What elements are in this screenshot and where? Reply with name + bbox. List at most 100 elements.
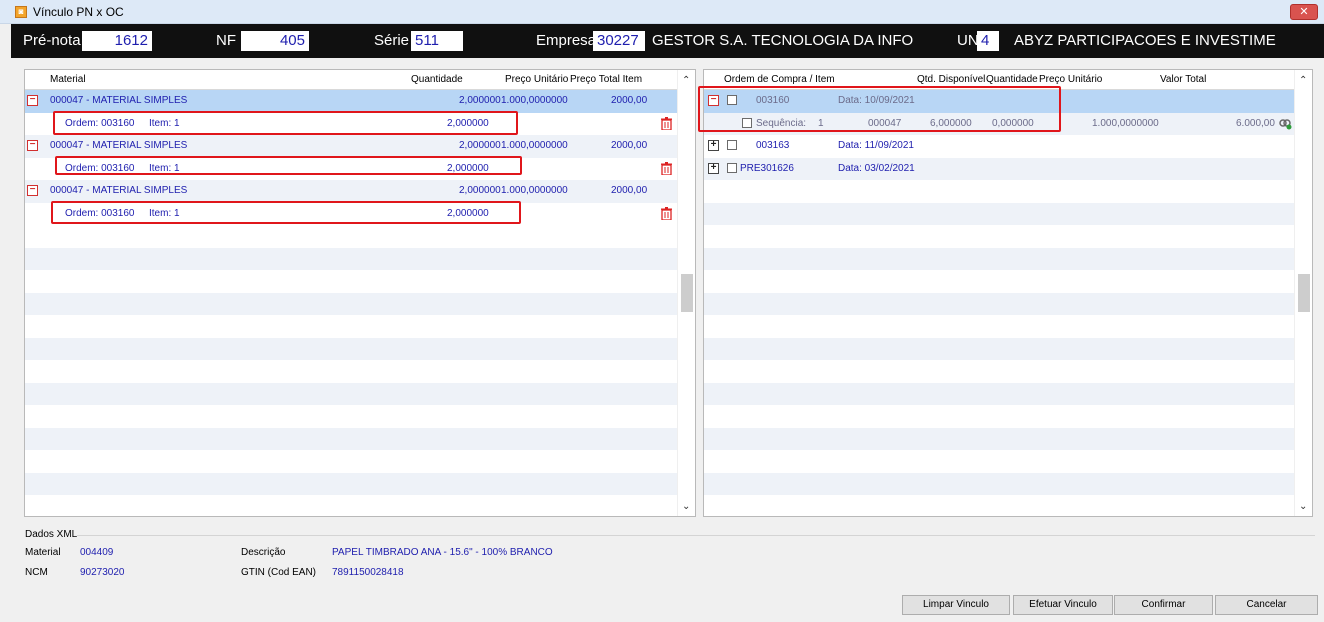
col-preco-unitario[interactable]: Preço Unitário: [1039, 74, 1102, 85]
nf-field[interactable]: 405: [241, 31, 309, 51]
order-checkbox[interactable]: [727, 95, 737, 105]
scroll-up-icon[interactable]: ⌃: [682, 75, 690, 86]
empty-row: [704, 472, 1294, 495]
empty-row: [25, 292, 677, 315]
col-preco-unitario[interactable]: Preço Unitário: [505, 74, 568, 85]
trash-icon[interactable]: [661, 206, 672, 220]
serie-field[interactable]: 511: [411, 31, 463, 51]
order-row[interactable]: + PRE301626 Data: 03/02/2021: [704, 157, 1294, 180]
scroll-down-icon[interactable]: ⌄: [682, 501, 690, 512]
collapse-icon[interactable]: −: [708, 95, 719, 106]
limpar-vinculo-button[interactable]: Limpar Vinculo: [902, 595, 1010, 615]
col-quantidade[interactable]: Quantidade: [411, 74, 463, 85]
order-link-row[interactable]: Ordem: 003160 Item: 1 2,000000: [25, 113, 677, 136]
collapse-icon[interactable]: −: [27, 95, 38, 106]
close-button[interactable]: ✕: [1290, 4, 1318, 20]
material-row[interactable]: − 000047 - MATERIAL SIMPLES 2,000000 1.0…: [25, 135, 677, 158]
scroll-thumb[interactable]: [1298, 274, 1310, 312]
empresa-code-field[interactable]: 30227: [593, 31, 645, 51]
order-checkbox[interactable]: [727, 140, 737, 150]
sequence-material: 000047: [868, 117, 902, 129]
order-date: Data: 11/09/2021: [838, 140, 914, 151]
col-valor-total[interactable]: Valor Total: [1160, 74, 1206, 85]
order-quantity: 2,000000: [447, 207, 489, 219]
empty-row: [704, 225, 1294, 248]
sequence-quantidade[interactable]: 0,000000: [992, 118, 1034, 129]
order-checkbox[interactable]: [727, 162, 737, 173]
left-scrollbar[interactable]: ⌃ ⌄: [677, 70, 695, 516]
col-ordem-compra[interactable]: Ordem de Compra / Item: [724, 74, 835, 85]
trash-icon[interactable]: [661, 116, 672, 130]
empty-row: [25, 247, 677, 270]
pre-nota-field[interactable]: 1612: [82, 31, 152, 51]
order-row[interactable]: − 003160 Data: 10/09/2021: [704, 90, 1294, 113]
col-quantidade[interactable]: Quantidade: [986, 74, 1038, 85]
material-preco-total: 2000,00: [611, 185, 648, 196]
link-icon[interactable]: [1279, 118, 1292, 130]
sequence-label: Sequência:: [756, 117, 807, 129]
empty-row: [704, 202, 1294, 225]
material-name: 000047 - MATERIAL SIMPLES: [50, 185, 188, 196]
empresa-name: GESTOR S.A. TECNOLOGIA DA INFO: [652, 32, 914, 49]
right-scrollbar[interactable]: ⌃ ⌄: [1294, 70, 1312, 516]
order-number: PRE301626: [740, 162, 794, 174]
serie-label: Série: [374, 32, 410, 49]
empty-row: [25, 405, 677, 428]
material-quantidade: 2,000000: [459, 140, 501, 151]
empty-row: [704, 337, 1294, 360]
nf-label: NF: [216, 32, 236, 49]
xml-gtin-value: 7891150028418: [332, 567, 404, 578]
order-row[interactable]: + 003163 Data: 11/09/2021: [704, 135, 1294, 158]
empty-row: [704, 180, 1294, 203]
scroll-down-icon[interactable]: ⌄: [1299, 501, 1307, 512]
un-code-field[interactable]: 4: [977, 31, 999, 51]
empty-row: [704, 270, 1294, 293]
right-order-grid: Ordem de Compra / Item Qtd. Disponível Q…: [698, 69, 1313, 517]
collapse-icon[interactable]: −: [27, 140, 38, 151]
dados-xml-legend: Dados XML: [25, 529, 78, 540]
sequence-row[interactable]: Sequência: 1 000047 6,000000 0,000000 1.…: [704, 112, 1294, 135]
col-qtd-disponivel[interactable]: Qtd. Disponível: [917, 74, 985, 85]
sequence-checkbox[interactable]: [742, 117, 752, 128]
collapse-icon[interactable]: −: [27, 185, 38, 196]
scroll-thumb[interactable]: [681, 274, 693, 312]
xml-gtin-label: GTIN (Cod EAN): [241, 567, 317, 578]
cancelar-button[interactable]: Cancelar: [1215, 595, 1318, 615]
material-row[interactable]: − 000047 - MATERIAL SIMPLES 2,000000 1.0…: [25, 90, 677, 113]
material-preco-total: 2000,00: [611, 140, 648, 151]
empty-row: [704, 360, 1294, 383]
xml-ncm-value: 90273020: [80, 567, 125, 578]
xml-material-value: 004409: [80, 547, 114, 558]
un-label: UN: [957, 32, 979, 49]
material-row[interactable]: − 000047 - MATERIAL SIMPLES 2,000000 1.0…: [25, 180, 677, 203]
empty-row: [704, 427, 1294, 450]
col-preco-total[interactable]: Preço Total Item: [570, 74, 642, 85]
dados-xml-section: Dados XML Material 004409 Descrição PAPE…: [15, 524, 1315, 588]
order-link-row[interactable]: Ordem: 003160 Item: 1 2,000000: [25, 203, 677, 226]
material-name: 000047 - MATERIAL SIMPLES: [50, 140, 188, 151]
order-quantity: 2,000000: [447, 162, 489, 174]
expand-icon[interactable]: +: [708, 162, 719, 174]
un-name: ABYZ PARTICIPACOES E INVESTIME: [1014, 32, 1276, 49]
empty-row: [25, 495, 677, 516]
sequence-number: 1: [818, 117, 824, 129]
col-material[interactable]: Material: [50, 74, 86, 85]
header-bar: Pré-nota 1612 NF 405 Série 511 Empresa 3…: [11, 24, 1324, 58]
trash-icon[interactable]: [661, 161, 672, 175]
efetuar-vinculo-button[interactable]: Efetuar Vinculo: [1013, 595, 1113, 615]
empty-row: [25, 450, 677, 473]
order-link-row[interactable]: Ordem: 003160 Item: 1 2,000000: [25, 158, 677, 181]
empty-row: [704, 450, 1294, 473]
scroll-up-icon[interactable]: ⌃: [1299, 75, 1307, 86]
empty-row: [704, 382, 1294, 405]
confirmar-button[interactable]: Confirmar: [1114, 595, 1213, 615]
expand-icon[interactable]: +: [708, 140, 719, 151]
window-title: Vínculo PN x OC: [33, 5, 124, 19]
order-item: Item: 1: [149, 117, 180, 129]
empty-row: [704, 405, 1294, 428]
order-number: Ordem: 003160: [65, 162, 135, 174]
order-date: Data: 03/02/2021: [838, 162, 915, 174]
order-item: Item: 1: [149, 207, 180, 219]
empty-row: [25, 472, 677, 495]
material-name: 000047 - MATERIAL SIMPLES: [50, 95, 188, 106]
